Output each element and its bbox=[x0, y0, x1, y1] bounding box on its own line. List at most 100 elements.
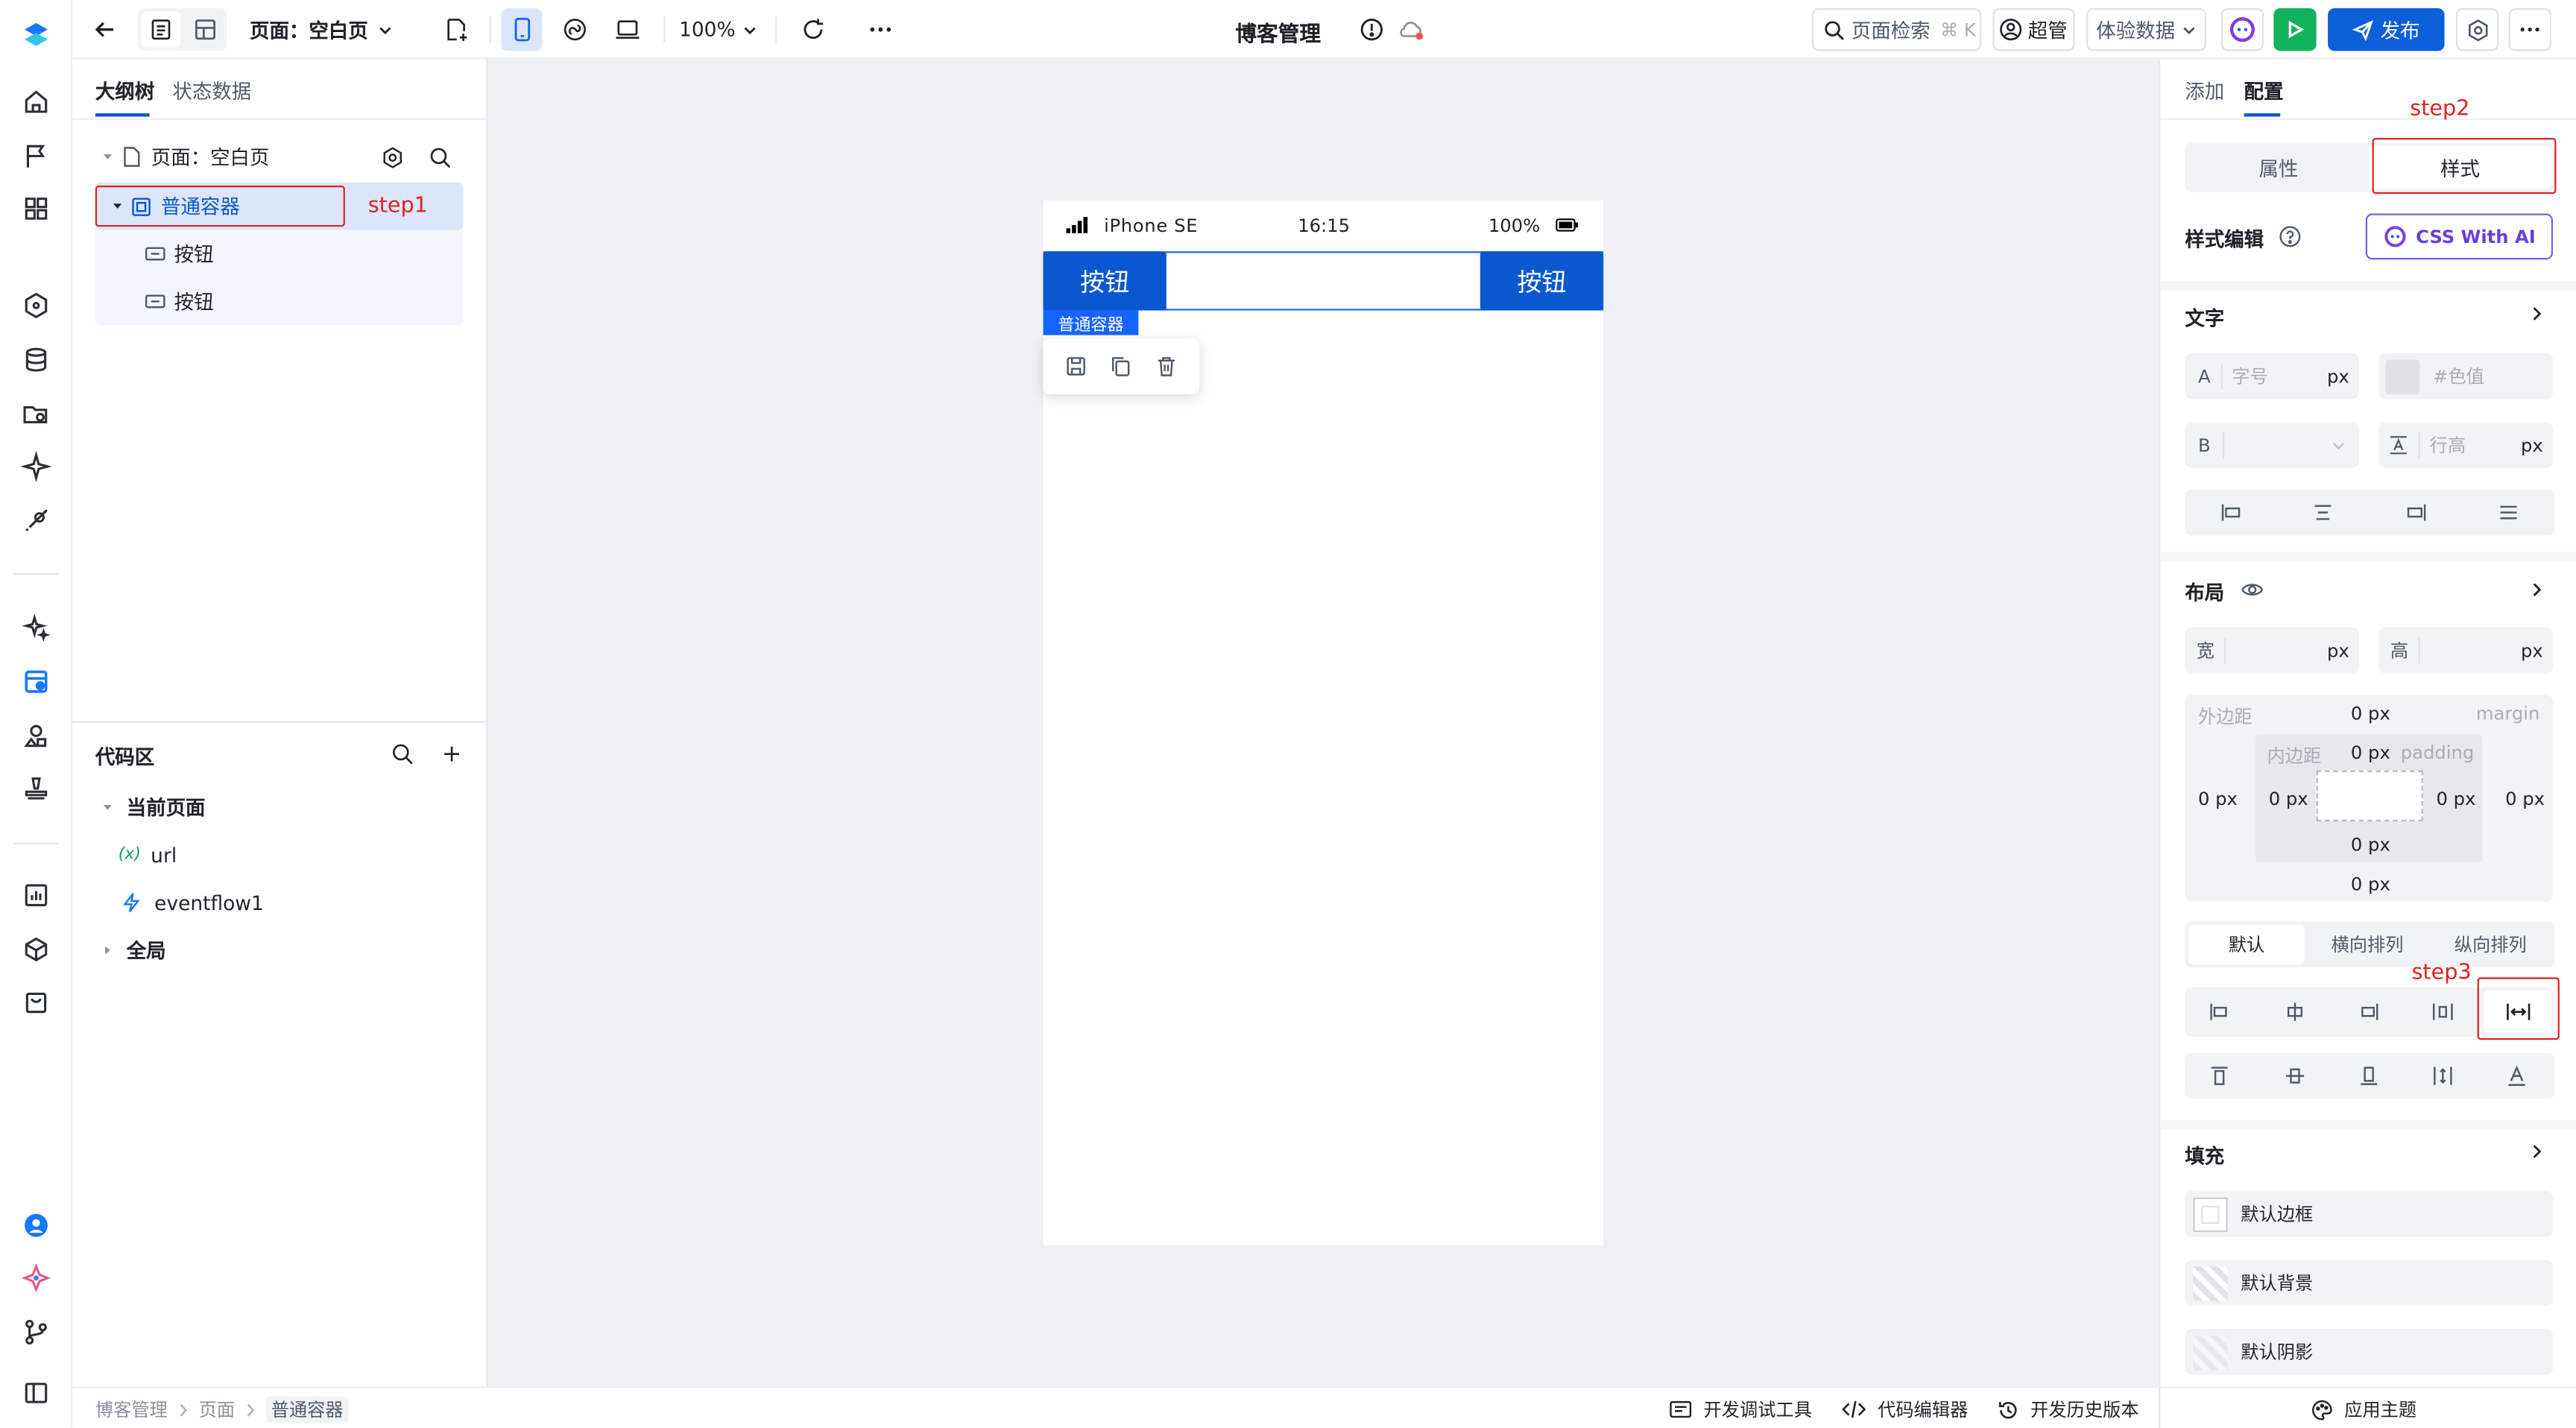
code-editor-button[interactable]: 代码编辑器 bbox=[1842, 1396, 1968, 1422]
margin-top-value[interactable]: 0 px bbox=[2351, 703, 2390, 724]
tab-direction-default[interactable]: 默认 bbox=[2188, 924, 2305, 964]
padding-top-value[interactable]: 0 px bbox=[2351, 742, 2390, 764]
home-icon[interactable] bbox=[19, 86, 52, 119]
page-view-icon[interactable] bbox=[141, 11, 181, 48]
color-swatch[interactable] bbox=[2385, 358, 2420, 394]
align-left-icon[interactable] bbox=[2220, 501, 2243, 524]
info-icon[interactable] bbox=[1354, 8, 1389, 51]
tree-row-button[interactable]: 按钮 bbox=[95, 277, 464, 325]
database-icon[interactable] bbox=[19, 344, 52, 376]
users-shapes-icon[interactable] bbox=[19, 719, 52, 752]
publish-button[interactable]: 发布 bbox=[2328, 8, 2445, 51]
caret-down-icon[interactable] bbox=[102, 802, 113, 813]
user-button[interactable]: 超管 bbox=[1992, 8, 2075, 51]
padding-bottom-value[interactable]: 0 px bbox=[2351, 835, 2390, 856]
cloud-sync-icon[interactable] bbox=[1393, 8, 1429, 51]
copy-icon[interactable] bbox=[1110, 355, 1133, 378]
more-options-icon[interactable] bbox=[861, 8, 900, 51]
height-field[interactable]: 高 px bbox=[2378, 627, 2554, 674]
zoom-select[interactable]: 100% bbox=[677, 8, 759, 51]
tree-row-button[interactable]: 按钮 bbox=[95, 230, 464, 278]
font-size-field[interactable]: A 字号 px bbox=[2185, 353, 2359, 399]
align-middle-icon[interactable] bbox=[2284, 1064, 2307, 1087]
font-weight-select[interactable]: B bbox=[2185, 422, 2359, 469]
breadcrumb-item[interactable]: 博客管理 bbox=[95, 1396, 168, 1422]
align-right-icon[interactable] bbox=[2405, 501, 2428, 524]
page-search-button[interactable]: 页面检索 ⌘ K bbox=[1812, 8, 1982, 51]
padding-left-value[interactable]: 0 px bbox=[2269, 789, 2308, 810]
code-group-current-page[interactable]: 当前页面 bbox=[95, 783, 464, 831]
more-menu-icon[interactable] bbox=[2508, 8, 2551, 51]
chevron-right-icon[interactable] bbox=[2528, 1143, 2545, 1160]
justify-space-around-icon[interactable] bbox=[2431, 1000, 2455, 1023]
tree-search-icon[interactable] bbox=[429, 145, 452, 168]
add-code-icon[interactable] bbox=[441, 742, 464, 765]
run-preview-button[interactable] bbox=[2273, 8, 2317, 51]
canvas-button-left[interactable]: 按钮 bbox=[1043, 251, 1167, 311]
apps-grid-icon[interactable] bbox=[19, 192, 52, 225]
justify-end-icon[interactable] bbox=[2358, 1000, 2381, 1023]
breadcrumb-item-current[interactable]: 普通容器 bbox=[266, 1396, 349, 1423]
tree-row-page[interactable]: 页面：空白页 bbox=[95, 133, 464, 181]
tab-add[interactable]: 添加 bbox=[2185, 78, 2224, 105]
css-with-ai-button[interactable]: CSS With AI bbox=[2365, 213, 2554, 260]
page-settings-icon[interactable] bbox=[381, 145, 404, 168]
hexagon-icon[interactable] bbox=[19, 289, 52, 322]
caret-down-icon[interactable] bbox=[102, 151, 113, 162]
debug-tools-button[interactable]: 开发调试工具 bbox=[1669, 1396, 1812, 1422]
tab-direction-vertical[interactable]: 纵向排列 bbox=[2430, 925, 2551, 964]
flag-icon[interactable] bbox=[19, 139, 52, 172]
app-theme-button[interactable]: 应用主题 bbox=[2311, 1396, 2416, 1422]
mobile-device-button[interactable] bbox=[501, 8, 543, 51]
chevron-right-icon[interactable] bbox=[2528, 581, 2545, 598]
align-stretch-icon[interactable] bbox=[2431, 1064, 2455, 1087]
layout-view-icon[interactable] bbox=[187, 11, 223, 47]
align-bottom-icon[interactable] bbox=[2358, 1064, 2381, 1087]
caret-right-icon[interactable] bbox=[102, 944, 113, 955]
stamp-icon[interactable] bbox=[19, 772, 52, 805]
width-field[interactable]: 宽 px bbox=[2185, 627, 2359, 674]
new-page-icon[interactable] bbox=[437, 8, 476, 51]
refresh-icon[interactable] bbox=[794, 8, 833, 51]
chevron-right-icon[interactable] bbox=[2528, 306, 2545, 322]
line-height-field[interactable]: 行高 px bbox=[2378, 422, 2554, 469]
desktop-device-icon[interactable] bbox=[607, 8, 647, 51]
app-logo-icon[interactable] bbox=[19, 18, 52, 51]
help-icon[interactable] bbox=[2279, 225, 2302, 248]
align-justify-icon[interactable] bbox=[2497, 501, 2520, 524]
delete-icon[interactable] bbox=[1155, 355, 1178, 378]
cube-icon[interactable] bbox=[19, 933, 52, 966]
chart-icon[interactable] bbox=[19, 879, 52, 912]
page-design-icon[interactable] bbox=[19, 666, 52, 698]
code-search-icon[interactable] bbox=[391, 742, 414, 765]
sparkle-icon[interactable] bbox=[19, 450, 52, 483]
tab-config[interactable]: 配置 bbox=[2244, 78, 2284, 105]
magic-icon[interactable] bbox=[19, 611, 52, 644]
page-selector[interactable]: 页面：空白页 bbox=[243, 8, 394, 51]
canvas-button-right[interactable]: 按钮 bbox=[1480, 251, 1604, 311]
font-color-field[interactable]: #色值 bbox=[2378, 353, 2554, 399]
env-data-select[interactable]: 体验数据 bbox=[2086, 8, 2206, 51]
collapse-sidebar-icon[interactable] bbox=[19, 1377, 52, 1409]
tab-outline-tree[interactable]: 大纲树 bbox=[95, 78, 154, 105]
margin-left-value[interactable]: 0 px bbox=[2198, 789, 2238, 810]
mini-program-icon[interactable] bbox=[555, 8, 595, 51]
history-versions-button[interactable]: 开发历史版本 bbox=[1998, 1396, 2139, 1422]
default-background-item[interactable]: 默认背景 bbox=[2185, 1260, 2554, 1307]
ai-assistant-button[interactable] bbox=[2220, 8, 2264, 51]
align-baseline-icon[interactable] bbox=[2505, 1064, 2528, 1087]
rocket-icon[interactable] bbox=[19, 505, 52, 537]
account-avatar-icon[interactable] bbox=[19, 1209, 52, 1242]
eye-icon[interactable] bbox=[2241, 578, 2264, 601]
justify-start-icon[interactable] bbox=[2208, 1000, 2231, 1023]
breadcrumb-item[interactable]: 页面 bbox=[199, 1396, 235, 1422]
default-shadow-item[interactable]: 默认阴影 bbox=[2185, 1329, 2554, 1375]
code-group-global[interactable]: 全局 bbox=[95, 926, 464, 974]
settings-icon[interactable] bbox=[2455, 8, 2499, 51]
margin-bottom-value[interactable]: 0 px bbox=[2351, 874, 2390, 896]
folder-search-icon[interactable] bbox=[19, 397, 52, 430]
back-button[interactable] bbox=[86, 8, 125, 51]
default-border-item[interactable]: 默认边框 bbox=[2185, 1190, 2554, 1237]
tab-properties[interactable]: 属性 bbox=[2188, 146, 2369, 189]
bag-icon[interactable] bbox=[19, 985, 52, 1018]
